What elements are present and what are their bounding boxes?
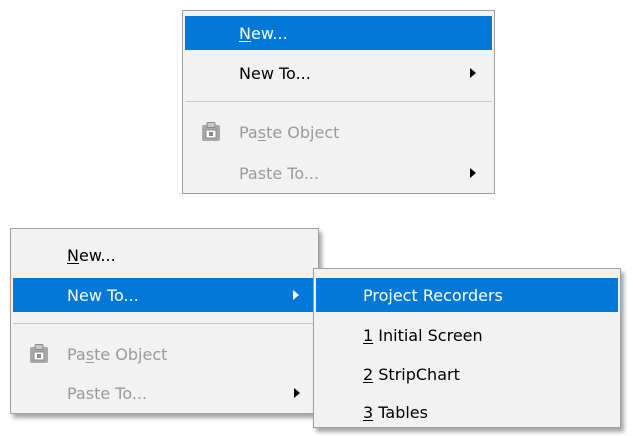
menu-item-paste-object-label: Paste Object [239, 122, 340, 142]
context-menu-bottom: New... New To... Paste Object Paste To..… [10, 228, 319, 414]
submenu-item-project-recorders[interactable]: Project Recorders [316, 278, 618, 312]
menu-item-new-label: New... [239, 23, 288, 43]
submenu-item-label: Project Recorders [363, 285, 503, 305]
clipboard-icon [202, 122, 220, 141]
submenu-arrow-icon [294, 388, 300, 398]
context-menu-top: New... New To... Paste Object Paste To..… [182, 10, 495, 194]
submenu-item-tables[interactable]: 3 Tables [316, 395, 618, 429]
submenu-arrow-icon [470, 68, 476, 78]
submenu-item-label: 1 Initial Screen [363, 325, 483, 345]
menu-item-new-to-label: New To... [67, 285, 139, 305]
menu-item-new-label: New... [67, 245, 116, 265]
menu-item-new-to-label: New To... [239, 63, 311, 83]
submenu-arrow-icon [470, 168, 476, 178]
menu-item-paste-object-label: Paste Object [67, 344, 168, 364]
submenu-item-stripchart[interactable]: 2 StripChart [316, 357, 618, 391]
menu-item-paste-to-label: Paste To... [67, 383, 148, 403]
submenu-item-initial-screen[interactable]: 1 Initial Screen [316, 318, 618, 352]
menu-item-new-to[interactable]: New To... [13, 278, 316, 312]
submenu-item-label: 2 StripChart [363, 364, 460, 384]
menu-separator [13, 323, 316, 324]
submenu-item-label: 3 Tables [363, 402, 428, 422]
menu-item-new-to[interactable]: New To... [185, 56, 492, 90]
menu-item-paste-to[interactable]: Paste To... [185, 156, 492, 190]
menu-item-paste-to[interactable]: Paste To... [13, 376, 316, 410]
menu-item-paste-to-label: Paste To... [239, 163, 320, 183]
menu-separator [185, 101, 492, 102]
submenu-new-to: Project Recorders 1 Initial Screen 2 Str… [313, 268, 621, 428]
submenu-arrow-icon [293, 290, 299, 300]
menu-item-paste-object[interactable]: Paste Object [185, 115, 492, 149]
clipboard-icon [30, 344, 48, 363]
menu-item-new[interactable]: New... [13, 238, 316, 272]
menu-item-new[interactable]: New... [185, 16, 492, 50]
menu-item-paste-object[interactable]: Paste Object [13, 337, 316, 371]
